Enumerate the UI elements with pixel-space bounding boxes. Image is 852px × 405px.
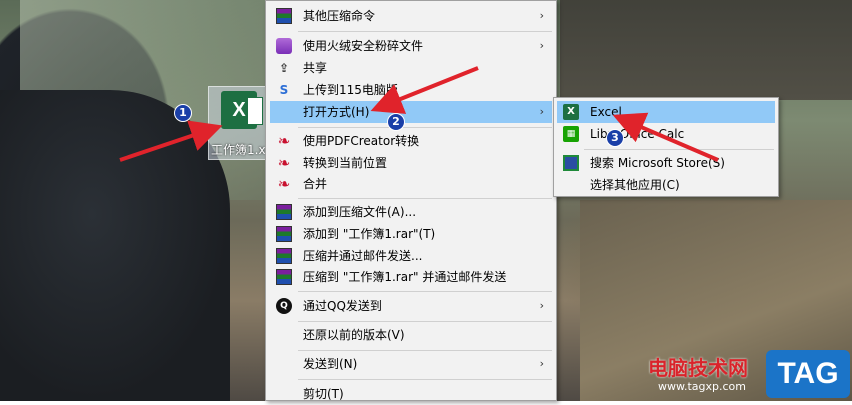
callout-1: 1	[174, 104, 192, 122]
annotation-arrows	[119, 66, 719, 162]
callout-3: 3	[606, 129, 624, 147]
site-watermark: 电脑技术网 www.tagxp.com TAG	[648, 350, 852, 401]
callout-2: 2	[387, 113, 405, 131]
arrow-to-excel	[612, 112, 719, 162]
watermark-url: www.tagxp.com	[658, 380, 746, 393]
arrow-to-open-with	[370, 66, 479, 114]
watermark-text: 电脑技术网	[648, 356, 748, 380]
watermark-tag-logo: TAG	[766, 350, 850, 398]
arrow-to-file	[119, 120, 223, 162]
